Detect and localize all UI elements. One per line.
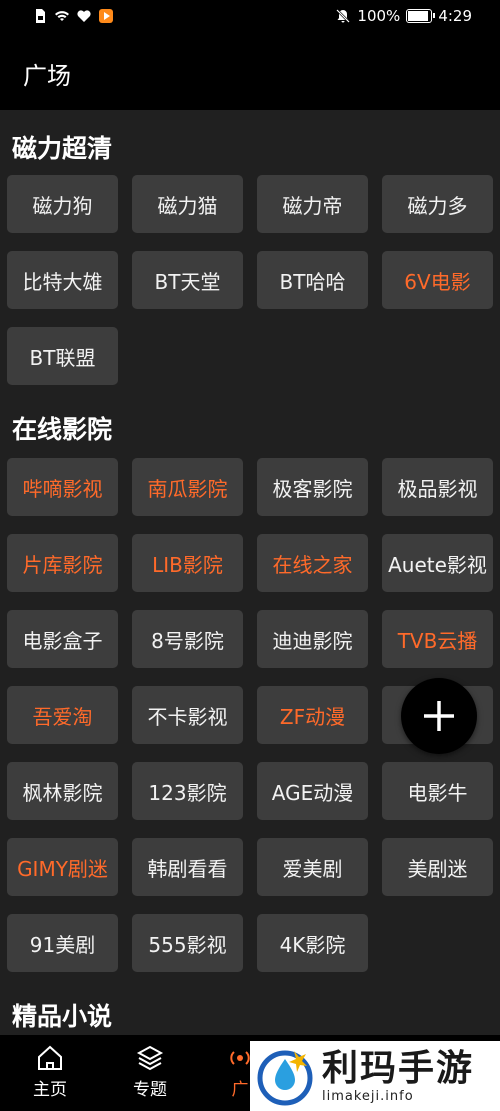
site-chip[interactable]: BT天堂 bbox=[132, 251, 243, 309]
site-chip[interactable]: 迪迪影院 bbox=[257, 610, 368, 668]
site-chip[interactable]: 吾爱淘 bbox=[7, 686, 118, 744]
site-chip[interactable]: 片库影院 bbox=[7, 534, 118, 592]
site-chip[interactable]: GIMY剧迷 bbox=[7, 838, 118, 896]
site-chip[interactable]: 8号影院 bbox=[132, 610, 243, 668]
section-title-magnet: 磁力超清 bbox=[12, 134, 113, 163]
site-chip[interactable]: BT联盟 bbox=[7, 327, 118, 385]
site-chip[interactable]: Auete影视 bbox=[382, 534, 493, 592]
battery-level bbox=[408, 11, 429, 21]
site-chip[interactable]: 123影院 bbox=[132, 762, 243, 820]
site-chip[interactable]: 电影盒子 bbox=[7, 610, 118, 668]
watermark-logo-icon bbox=[257, 1050, 313, 1106]
mute-icon bbox=[336, 9, 351, 23]
site-chip[interactable]: 不卡影视 bbox=[132, 686, 243, 744]
app-bar: 广场 bbox=[0, 34, 500, 110]
page-title: 广场 bbox=[23, 62, 71, 90]
nav-square-label: 广 bbox=[231, 1080, 249, 1100]
site-chip[interactable]: 极客影院 bbox=[257, 458, 368, 516]
site-chip[interactable]: 爱美剧 bbox=[257, 838, 368, 896]
site-chip[interactable]: 555影视 bbox=[132, 914, 243, 972]
site-chip[interactable]: 磁力帝 bbox=[257, 175, 368, 233]
site-chip[interactable]: 在线之家 bbox=[257, 534, 368, 592]
site-chip[interactable]: 南瓜影院 bbox=[132, 458, 243, 516]
site-chip[interactable]: 4K影院 bbox=[257, 914, 368, 972]
site-chip[interactable]: 枫林影院 bbox=[7, 762, 118, 820]
site-chip[interactable]: BT哈哈 bbox=[257, 251, 368, 309]
site-chip[interactable]: AGE动漫 bbox=[257, 762, 368, 820]
clock: 4:29 bbox=[438, 7, 472, 25]
site-chip[interactable]: 91美剧 bbox=[7, 914, 118, 972]
site-chip[interactable]: 韩剧看看 bbox=[132, 838, 243, 896]
nav-home-label: 主页 bbox=[33, 1080, 67, 1100]
magnet-sites-grid: 磁力狗 磁力猫 磁力帝 磁力多比特大雄 BT天堂 BT哈哈 6V电影 BT联盟 bbox=[7, 175, 497, 385]
site-chip[interactable]: 电影牛 bbox=[382, 762, 493, 820]
site-chip[interactable]: 磁力狗 bbox=[7, 175, 118, 233]
heart-icon bbox=[77, 10, 91, 22]
site-chip[interactable]: ZF动漫 bbox=[257, 686, 368, 744]
sim-icon bbox=[36, 9, 45, 23]
layers-icon bbox=[136, 1045, 164, 1071]
plus-icon bbox=[424, 701, 454, 731]
watermark: 利玛手游 limakeji.info bbox=[250, 1041, 500, 1111]
section-title-novels: 精品小说 bbox=[12, 1002, 113, 1031]
watermark-url: limakeji.info bbox=[322, 1088, 414, 1104]
site-chip[interactable]: 磁力猫 bbox=[132, 175, 243, 233]
battery-icon bbox=[406, 9, 436, 23]
nav-home[interactable]: 主页 bbox=[15, 1043, 85, 1100]
battery-percent: 100% bbox=[357, 7, 401, 25]
site-chip[interactable]: 哔嘀影视 bbox=[7, 458, 118, 516]
wifi-icon bbox=[55, 11, 69, 21]
site-chip[interactable]: 比特大雄 bbox=[7, 251, 118, 309]
nav-topics[interactable]: 专题 bbox=[115, 1043, 185, 1100]
status-bar: 100% 4:29 bbox=[0, 0, 500, 34]
site-chip[interactable]: LIB影院 bbox=[132, 534, 243, 592]
site-chip[interactable]: 美剧迷 bbox=[382, 838, 493, 896]
play-app-icon bbox=[99, 9, 113, 23]
home-icon bbox=[38, 1045, 62, 1070]
site-chip[interactable]: 磁力多 bbox=[382, 175, 493, 233]
add-fab-button[interactable] bbox=[401, 678, 477, 754]
site-chip[interactable]: TVB云播 bbox=[382, 610, 493, 668]
content-scroll[interactable]: 磁力超清 磁力狗 磁力猫 磁力帝 磁力多比特大雄 BT天堂 BT哈哈 6V电影 BT联盟 在线… bbox=[0, 110, 500, 1035]
watermark-title: 利玛手游 bbox=[322, 1047, 475, 1089]
section-title-online-cinema: 在线影院 bbox=[12, 415, 113, 444]
nav-topics-label: 专题 bbox=[133, 1080, 167, 1100]
site-chip[interactable]: 6V电影 bbox=[382, 251, 493, 309]
site-chip[interactable]: 极品影视 bbox=[382, 458, 493, 516]
